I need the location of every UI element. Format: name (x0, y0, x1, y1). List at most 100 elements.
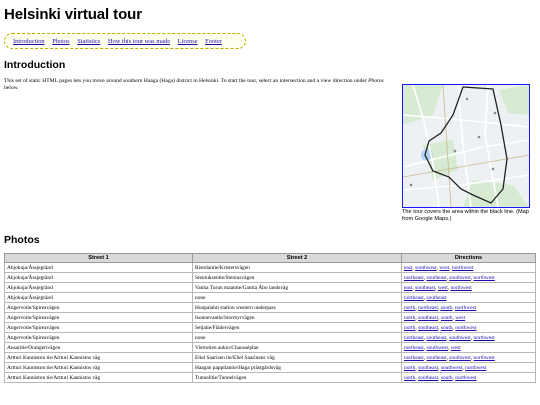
direction-link[interactable]: southeast (418, 365, 438, 371)
direction-link[interactable]: south (441, 315, 453, 321)
direction-link[interactable]: northeast (418, 305, 438, 311)
street-1-cell: Angervotie/Spireavägen (4, 312, 193, 323)
direction-link[interactable]: southwest (441, 365, 463, 371)
direction-link[interactable]: northeast (404, 345, 424, 351)
direction-link[interactable]: southeast (426, 335, 446, 341)
direction-link[interactable]: northeast (404, 275, 424, 281)
toc-link-photos[interactable]: Photos (52, 38, 69, 45)
table-row: Ansaritie/Orangerivägen Viertotien aukio/… (4, 342, 536, 353)
street-1-cell: Angervotie/Spireavägen (4, 322, 193, 333)
direction-link[interactable]: southwest (449, 275, 471, 281)
direction-link[interactable]: southwest (415, 265, 437, 271)
toc-link-license[interactable]: License (178, 38, 198, 45)
table-row: Artturi Kanniston tie/Artturi Kannistos … (4, 352, 536, 363)
direction-link[interactable]: southeast (418, 375, 438, 381)
column-header-directions: Directions (401, 253, 536, 263)
street-1-cell: Ahjokuja/Åssjegränd (4, 292, 193, 303)
street-1-cell: Artturi Kanniston tie/Artturi Kannistos … (4, 372, 193, 383)
street-2-cell: Haagan pappilantie/Haga prästgårdsväg (192, 362, 402, 373)
direction-link[interactable]: north (404, 305, 415, 311)
table-row: Angervotie/Spireavägen Seljatie/Fläderväg… (4, 322, 536, 333)
table-row: Ahjokuja/Åssjegränd Ristolantie/Kristersv… (4, 262, 536, 273)
toc-link-footer[interactable]: Footer (205, 38, 222, 45)
direction-link[interactable]: southeast (415, 285, 435, 291)
direction-link[interactable]: north (404, 375, 415, 381)
toc-link-introduction[interactable]: Introduction (13, 38, 45, 45)
direction-link[interactable]: northwest (474, 355, 495, 361)
table-row: Angervotie/Spireavägen none northeast, sou… (4, 332, 536, 343)
column-header-street-1: Street 1 (4, 253, 193, 263)
direction-link[interactable]: northwest (474, 335, 495, 341)
directions-cell: northeast, southeast, southwest, northwe… (401, 272, 536, 283)
direction-link[interactable]: west (439, 265, 449, 271)
photos-heading: Photos (4, 234, 40, 246)
street-1-cell: Angervotie/Spireavägen (4, 332, 193, 343)
toc-link-how-made[interactable]: How this tour was made (108, 38, 170, 45)
direction-link[interactable]: northeast (404, 335, 424, 341)
table-row: Artturi Kanniston tie/Artturi Kannistos … (4, 372, 536, 383)
street-2-cell: Huopalahti station western underpass (192, 302, 402, 313)
direction-link[interactable]: west (455, 315, 465, 321)
direction-link[interactable]: northwest (455, 375, 476, 381)
direction-link[interactable]: northwest (450, 285, 471, 291)
direction-link[interactable]: west (438, 285, 448, 291)
direction-link[interactable]: northeast (404, 355, 424, 361)
table-row: Ahjokuja/Åssjegränd none northeast, southe… (4, 292, 536, 303)
street-2-cell: Tunnelitie/Tunnelvägen (192, 372, 402, 383)
directions-cell: northeast, southeast, southwest, northwe… (401, 352, 536, 363)
direction-link[interactable]: southwest (449, 355, 471, 361)
map-caption: The tour covers the area within the blac… (402, 209, 529, 222)
street-2-cell: Eliel Saarisen tie/Eliel Saarinens väg (192, 352, 402, 363)
street-2-cell: Vanha Turun maantie/Gamla Åbo landsväg (192, 282, 402, 293)
table-row: Ahjokuja/Åssjegränd Vanha Turun maantie/G… (4, 282, 536, 293)
direction-link[interactable]: southeast (418, 315, 438, 321)
street-1-cell: Angervotie/Spireavägen (4, 302, 193, 313)
direction-link[interactable]: northwest (474, 275, 495, 281)
direction-link[interactable]: east (404, 285, 412, 291)
directions-cell: east, southwest, west, northwest (401, 262, 536, 273)
direction-link[interactable]: northeast (404, 295, 424, 301)
directions-cell: east, southeast, west, northwest (401, 282, 536, 293)
street-2-cell: Ristolantie/Kristersvägen (192, 262, 402, 273)
area-map-image (402, 84, 530, 208)
direction-link[interactable]: southeast (426, 275, 446, 281)
direction-link[interactable]: west (451, 345, 461, 351)
table-row: Ahjokuja/Åssjegränd Steniuksentie/Stenius… (4, 272, 536, 283)
direction-link[interactable]: north (404, 365, 415, 371)
intro-photos-ref: Photos (368, 78, 384, 84)
direction-link[interactable]: south (441, 375, 453, 381)
direction-link[interactable]: northwest (465, 365, 486, 371)
street-1-cell: Ahjokuja/Åssjegränd (4, 262, 193, 273)
directions-cell: northeast, southwest, west (401, 342, 536, 353)
direction-link[interactable]: south (441, 305, 453, 311)
street-2-cell: none (192, 292, 402, 303)
toc-link-statistics[interactable]: Statistics (77, 38, 100, 45)
direction-link[interactable]: southeast (418, 325, 438, 331)
directions-cell: north, northeast, south, northwest (401, 302, 536, 313)
direction-link[interactable]: southwest (449, 335, 471, 341)
direction-link[interactable]: southwest (426, 345, 448, 351)
directions-cell: northeast, southeast, southwest, northwe… (401, 332, 536, 343)
street-1-cell: Ansaritie/Orangerivägen (4, 342, 193, 353)
direction-link[interactable]: northwest (452, 265, 473, 271)
map-graphic (403, 85, 529, 207)
directions-cell: north, southeast, south, northwest (401, 372, 536, 383)
table-row: Angervotie/Spireavägen Isonnevantie/Storm… (4, 312, 536, 323)
direction-link[interactable]: north (404, 315, 415, 321)
table-of-contents: Introduction Photos Statistics How this … (4, 33, 246, 49)
direction-link[interactable]: south (441, 325, 453, 331)
direction-link[interactable]: southeast (426, 295, 446, 301)
street-2-cell: Steniuksentie/Steniusvägen (192, 272, 402, 283)
direction-link[interactable]: southeast (426, 355, 446, 361)
table-row: Angervotie/Spireavägen Huopalahti station… (4, 302, 536, 313)
directions-cell: north, southeast, south, west (401, 312, 536, 323)
directions-cell: north, southeast, south, northwest (401, 322, 536, 333)
street-2-cell: Isonnevantie/Stormyrvägen (192, 312, 402, 323)
direction-link[interactable]: north (404, 325, 415, 331)
direction-link[interactable]: east (404, 265, 412, 271)
direction-link[interactable]: northwest (455, 305, 476, 311)
direction-link[interactable]: northwest (455, 325, 476, 331)
column-header-street-2: Street 2 (192, 253, 402, 263)
introduction-heading: Introduction (4, 59, 66, 71)
street-2-cell: none (192, 332, 402, 343)
